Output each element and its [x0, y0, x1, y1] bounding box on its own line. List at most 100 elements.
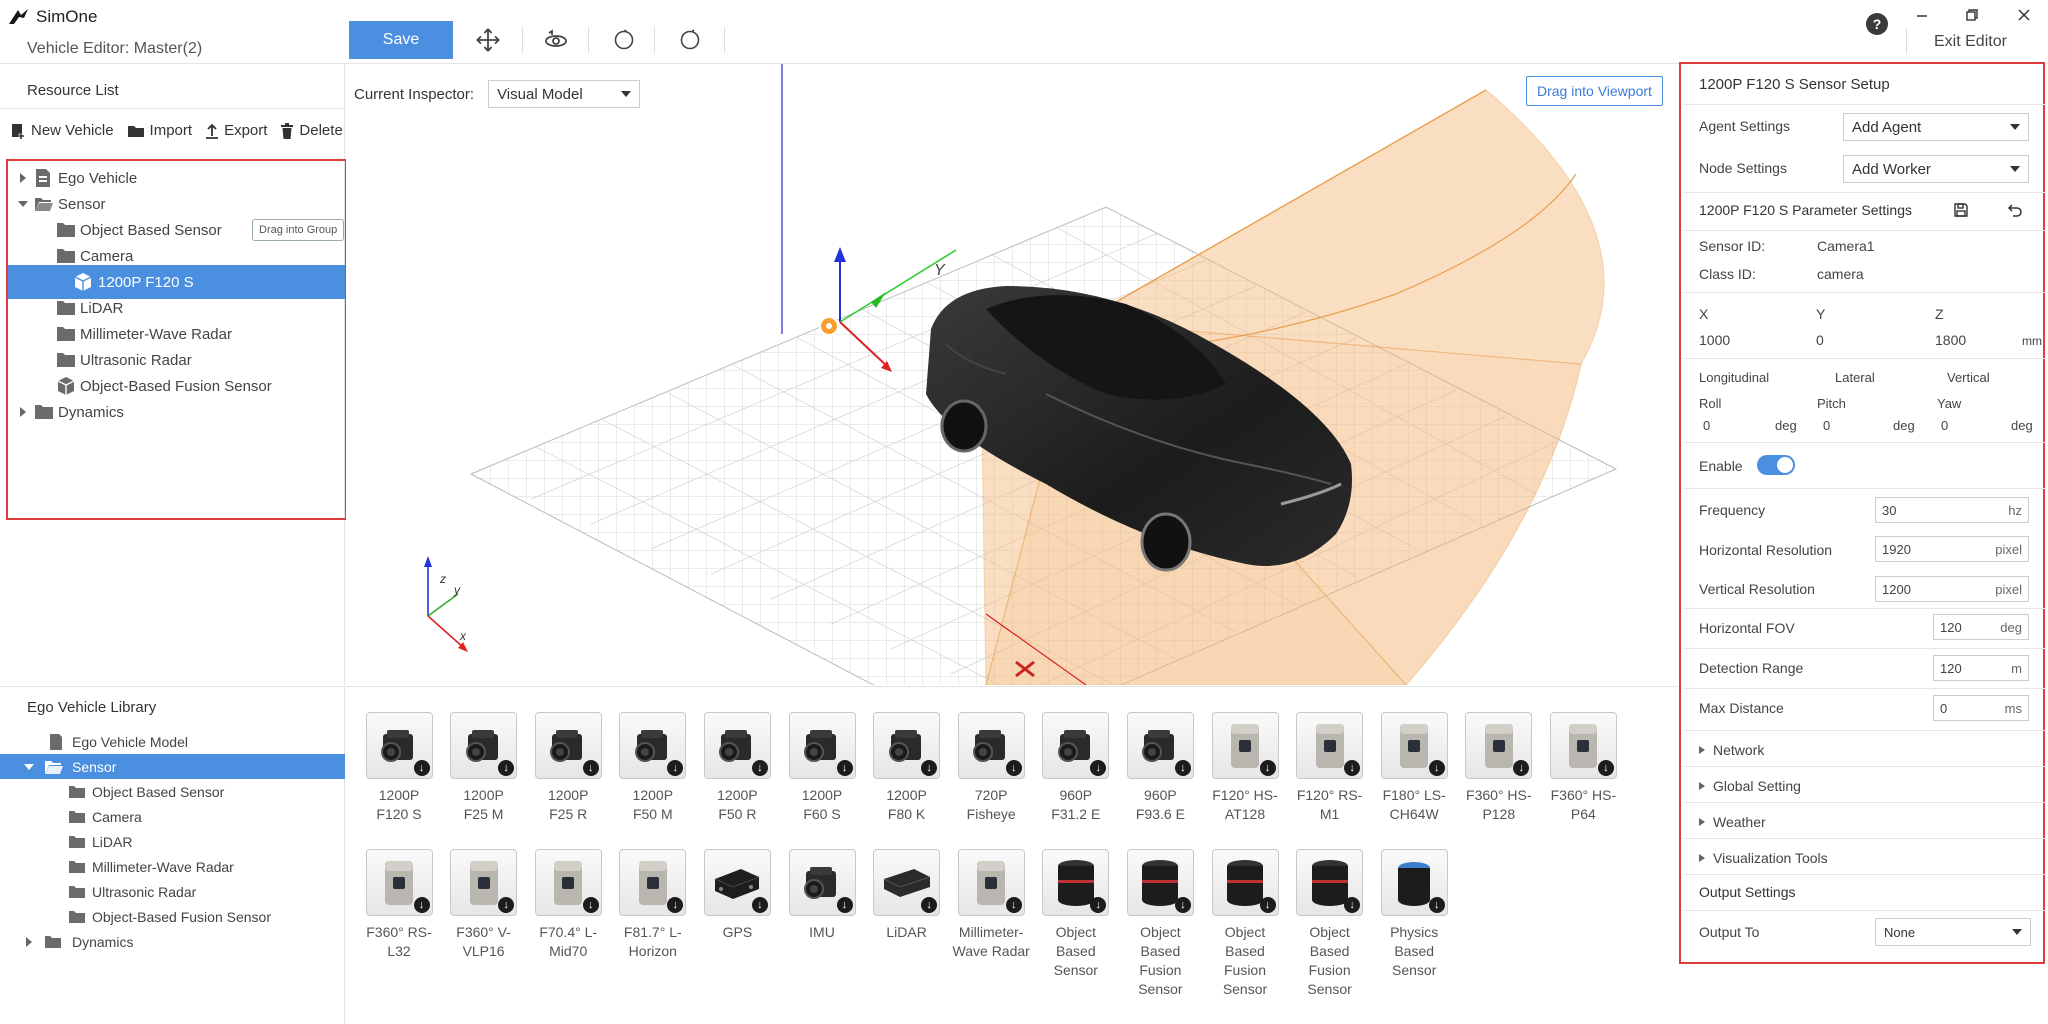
z-input[interactable]: 1800 — [1935, 332, 1966, 348]
download-icon[interactable]: ↓ — [1597, 760, 1614, 776]
agent-settings-dropdown[interactable]: Add Agent — [1843, 113, 2029, 141]
download-icon[interactable]: ↓ — [498, 897, 515, 913]
library-card[interactable]: ↓ LiDAR — [865, 849, 949, 942]
download-icon[interactable]: ↓ — [921, 897, 938, 913]
network-section[interactable]: Network — [1699, 742, 1764, 758]
download-icon[interactable]: ↓ — [667, 760, 684, 776]
download-icon[interactable]: ↓ — [1344, 897, 1361, 913]
export-button[interactable]: Export — [205, 122, 267, 139]
caret-right-icon[interactable] — [17, 172, 29, 184]
download-icon[interactable]: ↓ — [582, 760, 599, 776]
exit-editor-button[interactable]: Exit Editor — [1934, 33, 2007, 51]
caret-right-icon[interactable] — [25, 936, 33, 947]
library-card[interactable]: ↓ 1200P F60 S — [780, 712, 864, 824]
library-card[interactable]: ↓ 1200P F25 M — [442, 712, 526, 824]
lib-item-lidar[interactable]: LiDAR — [0, 829, 345, 854]
lib-item-ego-model[interactable]: Ego Vehicle Model — [0, 729, 345, 754]
close-icon[interactable] — [2012, 4, 2036, 26]
download-icon[interactable]: ↓ — [1174, 897, 1191, 913]
drag-into-group-button[interactable]: Drag into Group — [252, 219, 345, 241]
output-to-dropdown[interactable]: None — [1875, 918, 2031, 946]
download-icon[interactable]: ↓ — [667, 897, 684, 913]
lib-item-camera[interactable]: Camera — [0, 804, 345, 829]
roll-input[interactable]: 0 — [1703, 418, 1710, 433]
vres-input[interactable]: 1200 pixel — [1875, 576, 2029, 602]
import-button[interactable]: Import — [127, 122, 192, 139]
download-icon[interactable]: ↓ — [1005, 897, 1022, 913]
library-card[interactable]: ↓ 1200P F50 R — [695, 712, 779, 824]
download-icon[interactable]: ↓ — [1259, 760, 1276, 776]
library-card[interactable]: ↓ F360° V- VLP16 — [442, 849, 526, 961]
restore-icon[interactable] — [1960, 4, 1984, 26]
library-card[interactable]: ↓ 960P F93.6 E — [1118, 712, 1202, 824]
download-icon[interactable]: ↓ — [498, 760, 515, 776]
weather-section[interactable]: Weather — [1699, 814, 1766, 830]
download-icon[interactable]: ↓ — [582, 897, 599, 913]
lib-item-ultrasonic[interactable]: Ultrasonic Radar — [0, 879, 345, 904]
lib-item-sensor[interactable]: Sensor — [0, 754, 345, 779]
library-card[interactable]: ↓ F180° LS- CH64W — [1372, 712, 1456, 824]
library-card[interactable]: ↓ Millimeter- Wave Radar — [949, 849, 1033, 961]
library-card[interactable]: ↓ F120° HS- AT128 — [1203, 712, 1287, 824]
visualization-tools-section[interactable]: Visualization Tools — [1699, 850, 1828, 866]
download-icon[interactable]: ↓ — [1428, 760, 1445, 776]
download-icon[interactable]: ↓ — [836, 897, 853, 913]
max-distance-input[interactable]: 0 ms — [1933, 695, 2029, 721]
download-icon[interactable]: ↓ — [1259, 897, 1276, 913]
library-card[interactable]: ↓ 720P Fisheye — [949, 712, 1033, 824]
lib-item-mmwave[interactable]: Millimeter-Wave Radar — [0, 854, 345, 879]
library-card[interactable]: ↓ F360° HS- P128 — [1457, 712, 1541, 824]
download-icon[interactable]: ↓ — [1005, 760, 1022, 776]
new-vehicle-button[interactable]: New Vehicle — [10, 122, 114, 139]
scene-canvas[interactable]: Y z y x — [346, 64, 1678, 685]
caret-down-icon[interactable] — [17, 198, 29, 210]
download-icon[interactable]: ↓ — [836, 760, 853, 776]
library-card[interactable]: ↓ F360° HS- P64 — [1541, 712, 1625, 824]
3d-viewport[interactable]: Y z y x Current Inspector: Visual Model … — [346, 64, 1678, 685]
lib-item-fusion[interactable]: Object-Based Fusion Sensor — [0, 904, 345, 929]
download-icon[interactable]: ↓ — [751, 897, 768, 913]
frequency-input[interactable]: 30 hz — [1875, 497, 2029, 523]
detection-range-input[interactable]: 120 m — [1933, 655, 2029, 681]
inspector-dropdown[interactable]: Visual Model — [488, 80, 641, 108]
download-icon[interactable]: ↓ — [751, 760, 768, 776]
library-card[interactable]: ↓ IMU — [780, 849, 864, 942]
library-card[interactable]: ↓ Object Based Fusion Sensor — [1118, 849, 1202, 999]
download-icon[interactable]: ↓ — [1090, 897, 1107, 913]
rotate-tool-icon[interactable] — [538, 22, 574, 58]
circle-tool-icon-2[interactable] — [672, 22, 708, 58]
undo-icon[interactable] — [2007, 202, 2023, 218]
enable-toggle[interactable] — [1757, 455, 1795, 475]
save-param-icon[interactable] — [1953, 202, 1969, 218]
library-card[interactable]: ↓ Object Based Fusion Sensor — [1288, 849, 1372, 999]
caret-right-icon[interactable] — [17, 406, 29, 418]
library-card[interactable]: ↓ F360° RS- L32 — [357, 849, 441, 961]
download-icon[interactable]: ↓ — [1513, 760, 1530, 776]
library-card[interactable]: ↓ Object Based Fusion Sensor — [1203, 849, 1287, 999]
download-icon[interactable]: ↓ — [413, 760, 430, 776]
y-input[interactable]: 0 — [1816, 332, 1824, 348]
download-icon[interactable]: ↓ — [413, 897, 430, 913]
delete-button[interactable]: Delete — [280, 122, 343, 139]
download-icon[interactable]: ↓ — [921, 760, 938, 776]
library-card[interactable]: ↓ 1200P F120 S — [357, 712, 441, 824]
library-card[interactable]: ↓ 1200P F80 K — [865, 712, 949, 824]
library-card[interactable]: ↓ 1200P F25 R — [526, 712, 610, 824]
library-card[interactable]: ↓ 1200P F50 M — [611, 712, 695, 824]
library-card[interactable]: ↓ 960P F31.2 E — [1034, 712, 1118, 824]
download-icon[interactable]: ↓ — [1174, 760, 1191, 776]
caret-down-icon[interactable] — [24, 763, 34, 771]
library-card[interactable]: ↓ Object Based Sensor — [1034, 849, 1118, 980]
move-tool-icon[interactable] — [470, 22, 506, 58]
download-icon[interactable]: ↓ — [1090, 760, 1107, 776]
minimize-icon[interactable] — [1910, 4, 1934, 26]
save-button[interactable]: Save — [349, 21, 453, 59]
library-card[interactable]: ↓ Physics Based Sensor — [1372, 849, 1456, 980]
circle-tool-icon[interactable] — [606, 22, 642, 58]
node-settings-dropdown[interactable]: Add Worker — [1843, 155, 2029, 183]
hfov-input[interactable]: 120 deg — [1933, 614, 2029, 640]
library-card[interactable]: ↓ F81.7° L- Horizon — [611, 849, 695, 961]
yaw-input[interactable]: 0 — [1941, 418, 1948, 433]
tree-item-dynamics[interactable]: Dynamics — [8, 395, 345, 429]
drag-into-viewport-button[interactable]: Drag into Viewport — [1526, 76, 1663, 106]
